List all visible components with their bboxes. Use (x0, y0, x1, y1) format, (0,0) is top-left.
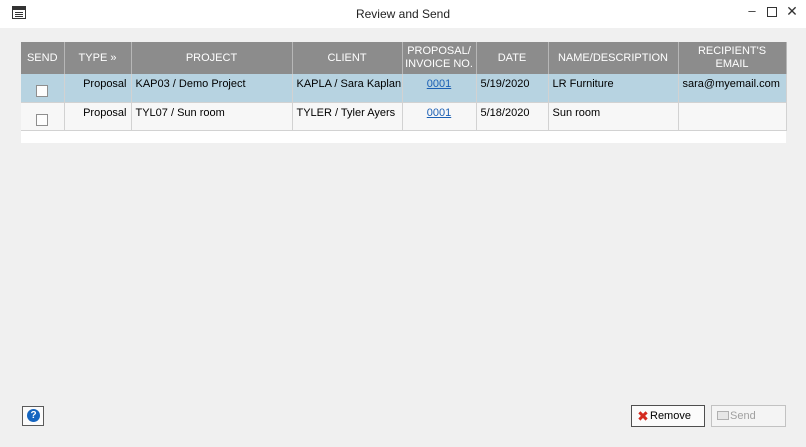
project-cell: TYL07 / Sun room (131, 102, 293, 131)
col-header-invoice-no[interactable]: PROPOSAL/ INVOICE NO. (402, 42, 477, 74)
send-button[interactable]: Send (711, 405, 786, 427)
col-header-name-description[interactable]: NAME/DESCRIPTION (548, 42, 679, 74)
invoice-link[interactable]: 0001 (427, 78, 451, 90)
col-header-send[interactable]: SEND (21, 42, 65, 74)
name-description-cell: LR Furniture (548, 74, 679, 103)
type-cell: Proposal (64, 102, 132, 131)
header-row: SEND TYPE » PROJECT CLIENT PROPOSAL/ INV… (21, 42, 787, 74)
project-cell: KAP03 / Demo Project (131, 74, 293, 103)
recipient-email-cell[interactable]: sara@myemail.com (678, 74, 787, 103)
name-description-cell: Sun room (548, 102, 679, 131)
col-header-project[interactable]: PROJECT (131, 42, 293, 74)
maximize-button[interactable] (762, 2, 782, 20)
invoice-cell: 0001 (402, 74, 477, 103)
title-bar: Review and Send – ✕ (0, 0, 806, 28)
invoice-link[interactable]: 0001 (427, 107, 451, 119)
send-cell (21, 74, 65, 103)
table-row[interactable]: Proposal TYL07 / Sun room TYLER / Tyler … (21, 102, 787, 131)
review-grid: SEND TYPE » PROJECT CLIENT PROPOSAL/ INV… (21, 42, 787, 143)
col-header-type[interactable]: TYPE » (64, 42, 132, 74)
minimize-button[interactable]: – (742, 2, 762, 20)
client-cell: KAPLA / Sara Kaplan (292, 74, 403, 103)
col-header-client[interactable]: CLIENT (292, 42, 403, 74)
date-cell: 5/19/2020 (476, 74, 549, 103)
send-checkbox[interactable] (36, 113, 49, 126)
remove-button-label: Remove (650, 410, 691, 422)
invoice-cell: 0001 (402, 102, 477, 131)
col-header-recipient-email[interactable]: RECIPIENT'S EMAIL (678, 42, 787, 74)
maximize-icon (767, 6, 777, 17)
help-icon: ? (27, 409, 40, 422)
col-header-date[interactable]: DATE (476, 42, 549, 74)
type-cell: Proposal (64, 74, 132, 103)
send-envelope-icon (717, 411, 729, 420)
send-cell (21, 102, 65, 131)
recipient-email-cell[interactable] (678, 102, 787, 131)
help-button[interactable]: ? (22, 406, 44, 426)
date-cell: 5/18/2020 (476, 102, 549, 131)
send-button-label: Send (730, 410, 756, 422)
client-cell: TYLER / Tyler Ayers (292, 102, 403, 131)
close-button[interactable]: ✕ (782, 2, 802, 20)
table-row[interactable]: Proposal KAP03 / Demo Project KAPLA / Sa… (21, 74, 787, 103)
window-title: Review and Send (355, 7, 451, 21)
remove-button[interactable]: ✖ Remove (631, 405, 705, 427)
col-header-invoice-no-text: PROPOSAL/ INVOICE NO. (405, 45, 473, 70)
send-checkbox[interactable] (36, 85, 49, 97)
remove-x-icon: ✖ (637, 408, 649, 424)
